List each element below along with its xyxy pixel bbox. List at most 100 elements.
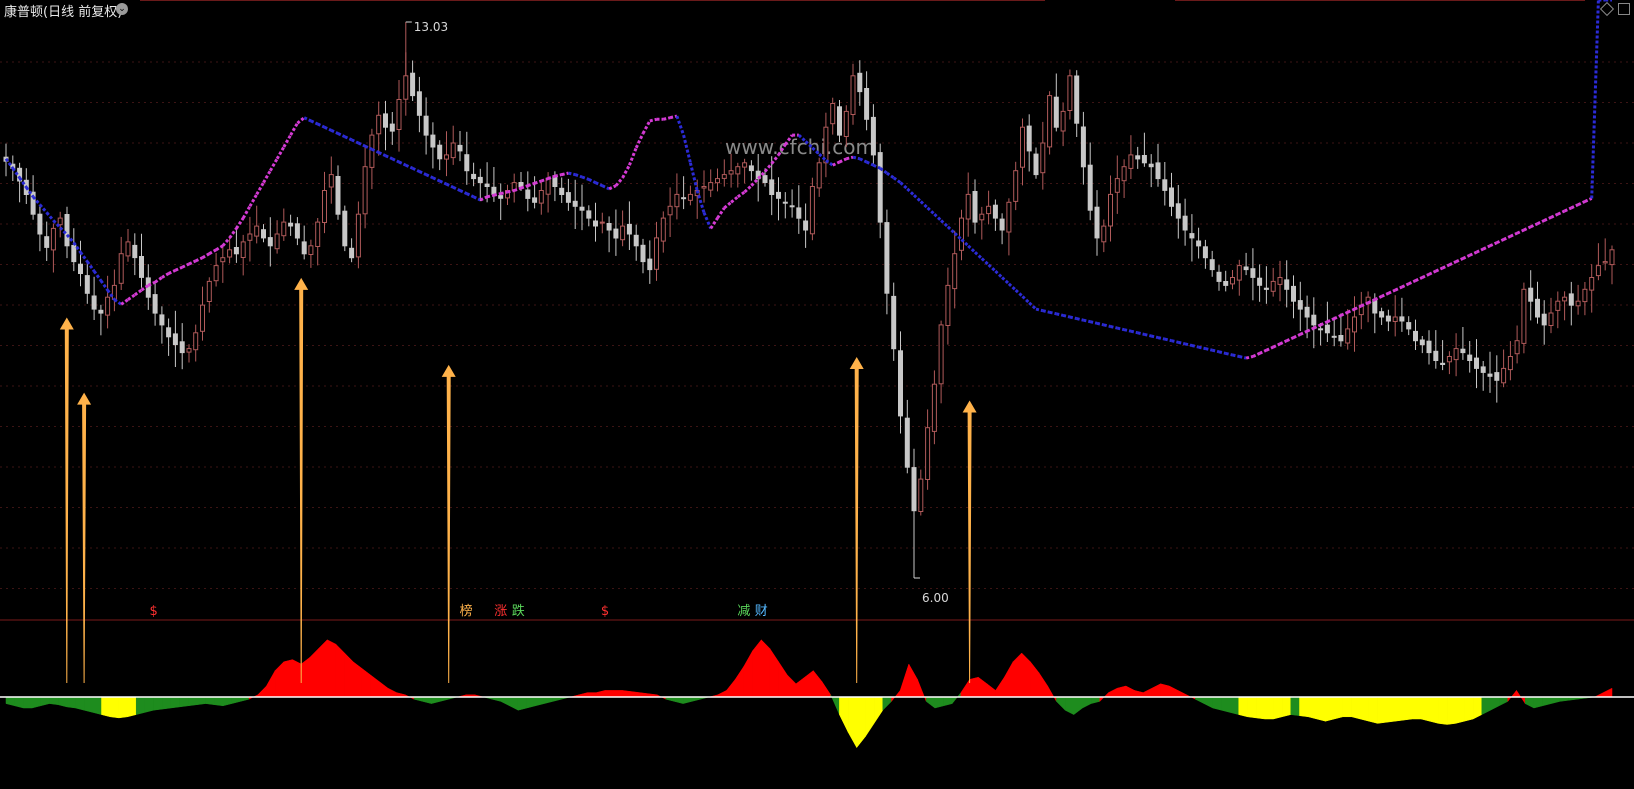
candle-body — [1352, 316, 1357, 333]
buy-arrow — [441, 364, 456, 683]
ma-segment — [980, 257, 990, 266]
candle — [423, 97, 429, 155]
candle-body — [98, 309, 104, 314]
ma-segment — [581, 175, 590, 181]
candle-body — [1501, 367, 1507, 384]
ma-segment — [1563, 206, 1572, 213]
candle — [1331, 316, 1337, 347]
candle — [904, 399, 910, 474]
ma-segment — [127, 293, 136, 301]
ma-segment — [1245, 355, 1254, 360]
candle — [44, 221, 50, 261]
oscillator-area — [1056, 696, 1066, 711]
candle — [647, 240, 653, 284]
candle-body — [389, 123, 395, 132]
candle-body — [1080, 126, 1086, 168]
oscillator-area — [66, 696, 76, 709]
oscillator-area — [1420, 696, 1430, 722]
oscillator-area — [526, 696, 536, 709]
oscillator-area — [535, 696, 545, 707]
candle — [37, 205, 43, 252]
candle — [1399, 297, 1405, 332]
candle-body — [925, 427, 931, 481]
ma-segment — [1455, 257, 1464, 263]
ma-segment — [1428, 269, 1437, 276]
candle — [938, 320, 944, 404]
candle-body — [565, 192, 571, 203]
candle — [1385, 309, 1391, 332]
candle — [1480, 361, 1486, 391]
candle — [1514, 325, 1520, 364]
candle-body — [1128, 154, 1134, 169]
ma-segment — [688, 162, 699, 191]
candle-body — [1555, 300, 1561, 311]
oscillator-area — [1498, 696, 1509, 707]
ma-segment — [1469, 250, 1478, 257]
oscillator-area — [1160, 683, 1170, 698]
ma-segment — [1347, 307, 1356, 314]
oscillator-area — [891, 689, 901, 703]
candle — [132, 233, 138, 276]
ma-segment — [1590, 0, 1600, 199]
candle-body — [1141, 155, 1147, 164]
candle-body — [416, 91, 422, 116]
candle-body — [986, 205, 992, 215]
candle — [98, 304, 104, 336]
candle — [1243, 252, 1249, 276]
oscillator-area — [1342, 696, 1352, 718]
candle-body — [1223, 281, 1229, 286]
ma-segment — [568, 171, 576, 177]
ma-segment — [1096, 321, 1105, 327]
ma-segment — [1570, 203, 1579, 210]
candle-body — [322, 190, 327, 223]
candle-body — [586, 210, 592, 219]
candle — [315, 218, 321, 266]
oscillator-area — [1359, 696, 1370, 722]
candle — [748, 160, 754, 181]
ma-segment — [296, 116, 306, 125]
ma-segment — [1380, 291, 1390, 298]
candle-body — [383, 113, 388, 128]
candle — [1494, 355, 1500, 403]
ma-segment — [1028, 301, 1038, 311]
oscillator-area — [75, 696, 85, 711]
candle-body — [938, 324, 944, 385]
candle — [105, 275, 111, 329]
candle-body — [850, 75, 856, 116]
ma-segment — [838, 157, 847, 164]
candle — [952, 230, 958, 309]
candle — [1196, 227, 1202, 259]
oscillator-area — [1368, 696, 1378, 724]
candle-body — [335, 176, 341, 215]
candle — [701, 170, 707, 203]
candle — [1094, 190, 1100, 256]
candle — [633, 224, 639, 261]
candle-body — [118, 253, 124, 284]
ma-segment — [825, 159, 834, 167]
candle-body — [1216, 271, 1222, 282]
candle-body — [613, 228, 619, 239]
ma-segment — [723, 201, 733, 210]
oscillator-area — [995, 676, 1005, 698]
oscillator-area — [1472, 696, 1483, 720]
buy-arrow — [294, 277, 309, 683]
candle-body — [1114, 178, 1120, 193]
ma-segment — [398, 160, 407, 167]
candle — [1433, 330, 1439, 369]
ma-segment — [1286, 336, 1295, 343]
ma-segment — [1482, 244, 1491, 251]
ma-segment — [614, 176, 624, 187]
ma-segment — [378, 151, 387, 158]
oscillator-area — [622, 690, 632, 698]
candle — [193, 324, 199, 362]
oscillator-area — [361, 667, 371, 698]
oscillator-area — [778, 660, 788, 698]
ma-segment — [987, 263, 997, 273]
oscillator-area — [1316, 696, 1326, 722]
oscillator-area — [1116, 685, 1127, 698]
candle — [1406, 316, 1412, 336]
oscillator-area — [1255, 696, 1266, 720]
candle-body — [1399, 316, 1405, 322]
candle-body — [430, 134, 436, 148]
oscillator-area — [882, 696, 892, 711]
